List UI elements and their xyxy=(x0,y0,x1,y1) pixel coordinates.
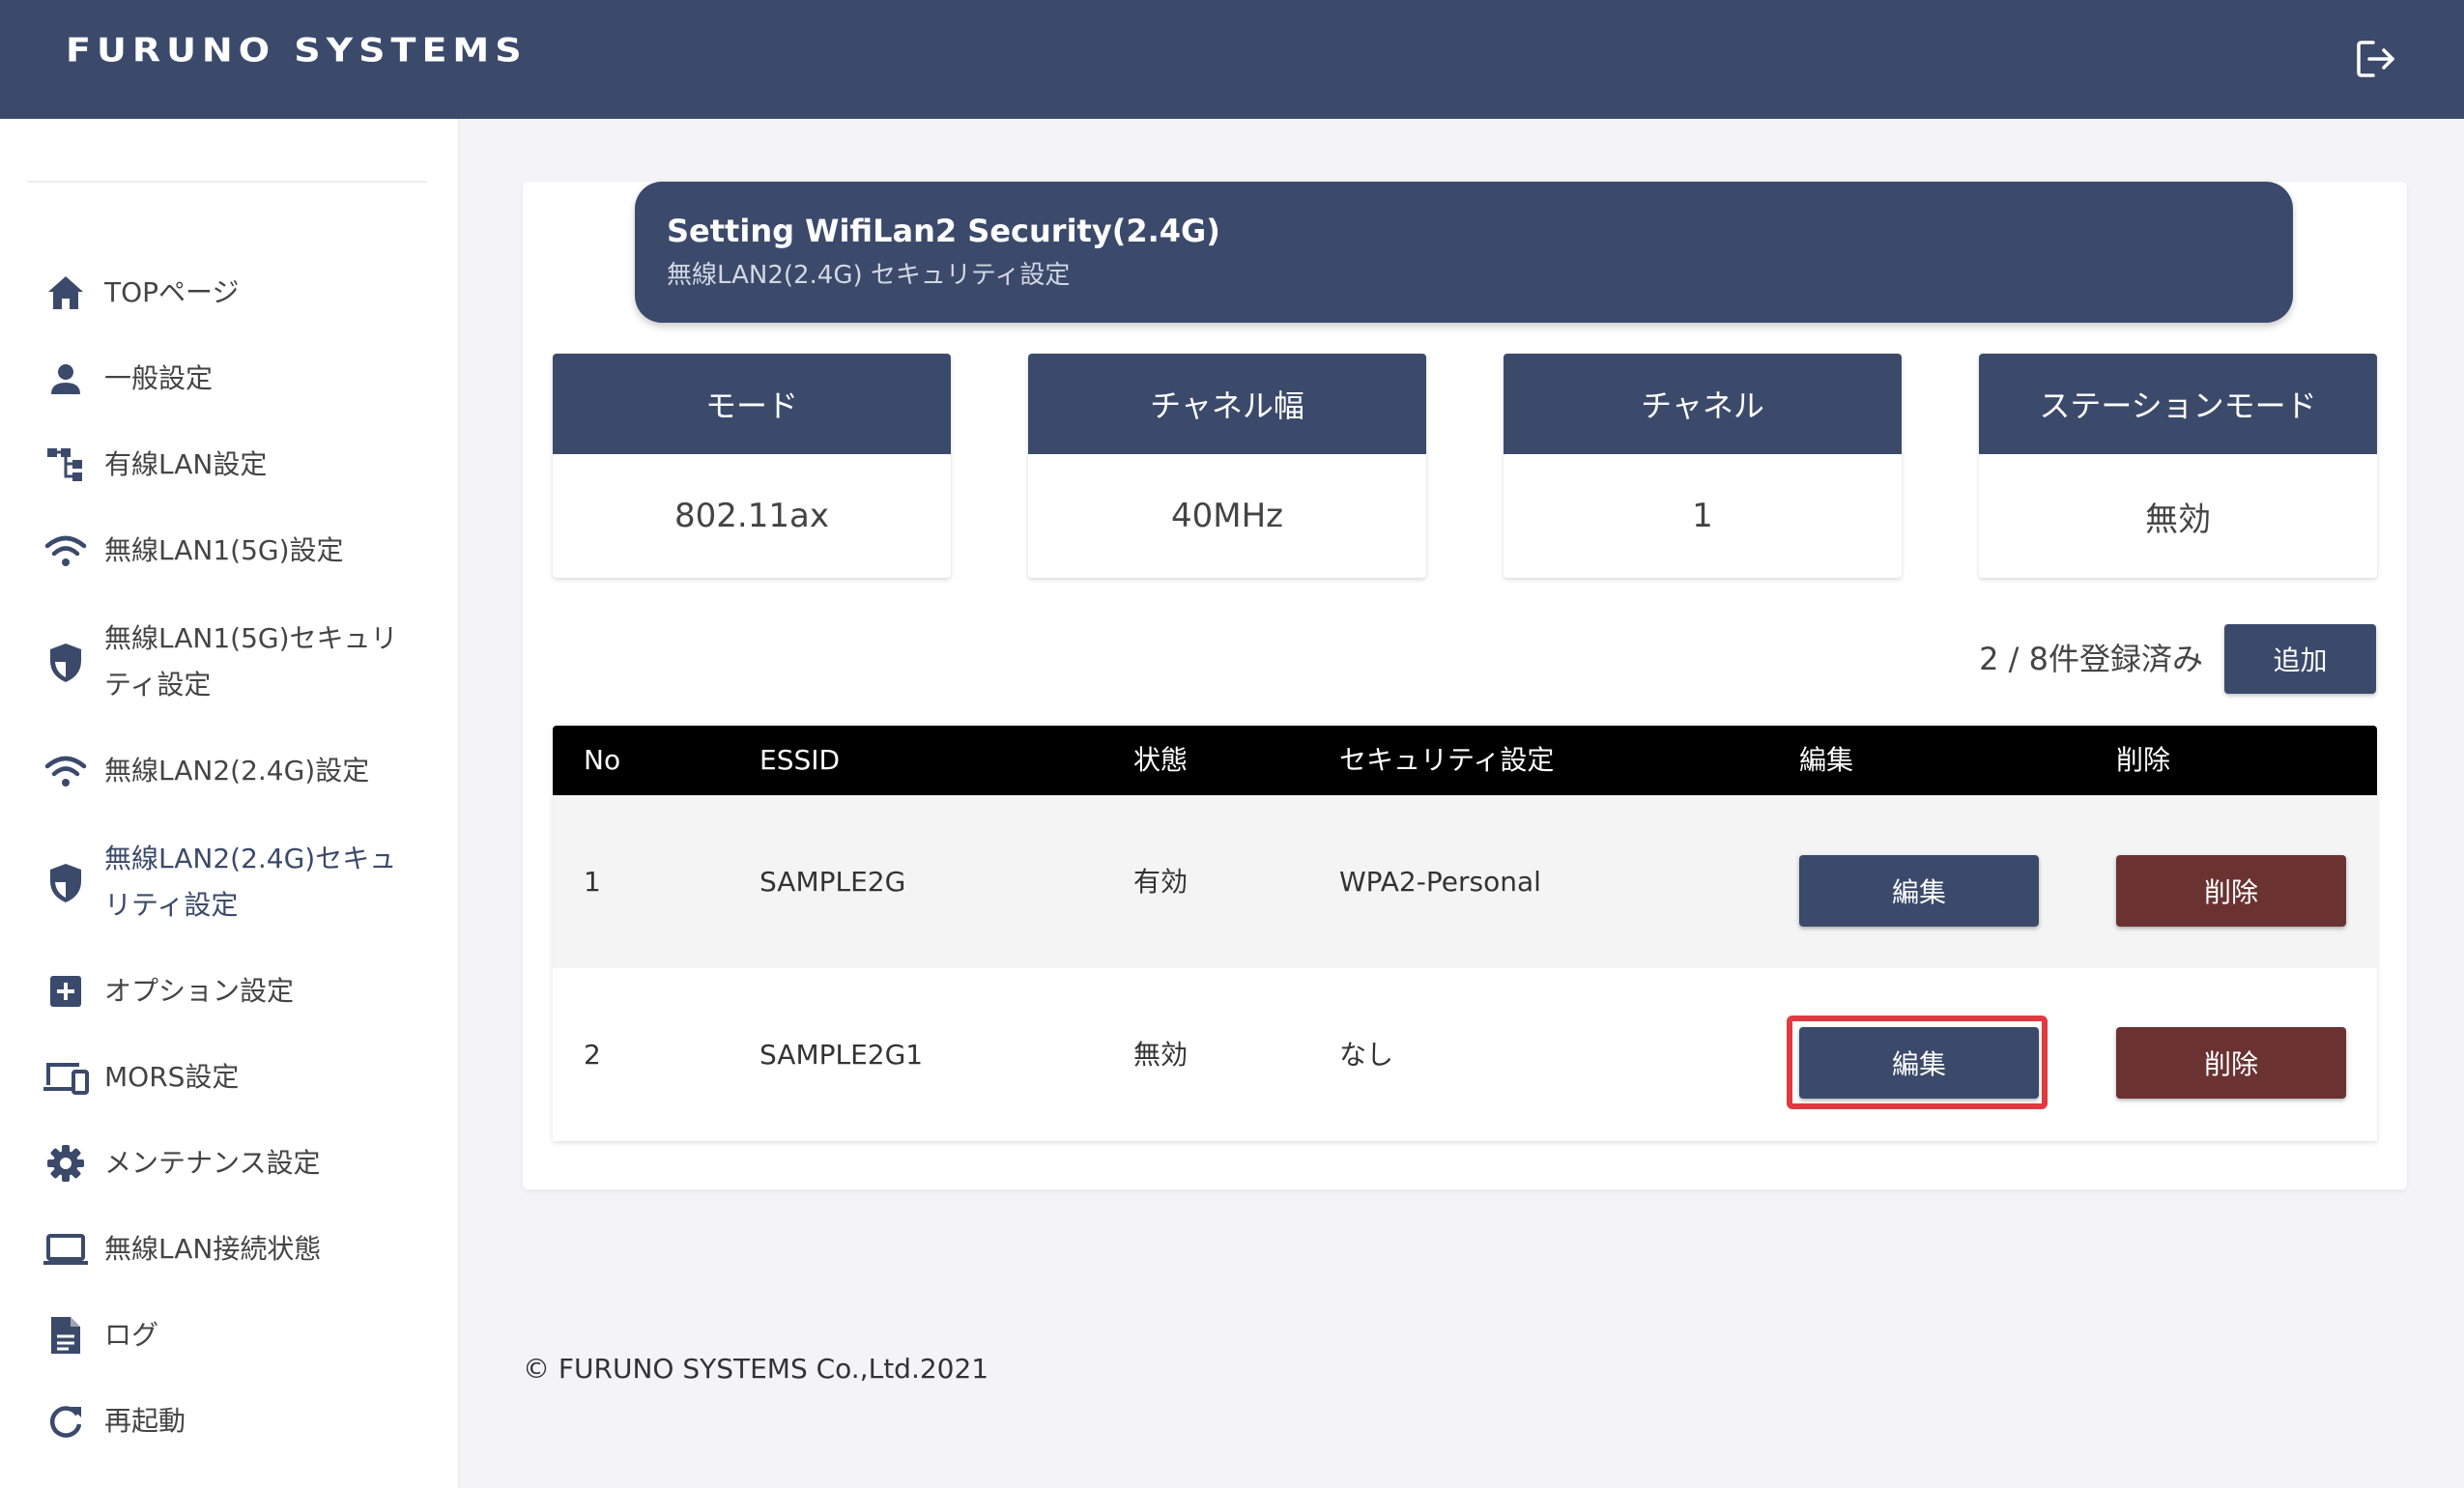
cell-status: 無効 xyxy=(1133,1039,1189,1071)
table-row: 2 SAMPLE2G1 無効 なし 編集 削除 xyxy=(553,968,2377,1141)
sidebar-item-label: 無線LAN2(2.4G)設定 xyxy=(104,755,370,787)
info-card-channel-width: チャネル幅 40MHz xyxy=(1028,354,1426,578)
cell-essid: SAMPLE2G xyxy=(759,866,906,898)
sidebar-item-label: 再起動 xyxy=(104,1405,186,1437)
cell-no: 2 xyxy=(584,1039,601,1071)
sidebar-item-label: 有線LAN設定 xyxy=(104,448,268,480)
column-header-essid: ESSID xyxy=(759,744,841,776)
logo: FURUNO SYSTEMS xyxy=(66,31,528,70)
add-button[interactable]: 追加 xyxy=(2224,624,2376,694)
info-card-label: ステーションモード xyxy=(1979,354,2377,454)
info-card-value: 40MHz xyxy=(1170,497,1283,535)
sidebar-item-restart[interactable]: 再起動 xyxy=(0,1377,459,1466)
sidebar-item-wlan2-security[interactable]: 無線LAN2(2.4G)セキュリティ設定 xyxy=(0,813,459,954)
page-title-box: Setting WifiLan2 Security(2.4G) 無線LAN2(2… xyxy=(635,182,2293,323)
sidebar-item-options[interactable]: オプション設定 xyxy=(0,947,459,1036)
home-icon xyxy=(41,271,91,315)
sidebar-item-wired-lan[interactable]: 有線LAN設定 xyxy=(0,420,459,509)
info-card-channel: チャネル 1 xyxy=(1504,354,1902,578)
page-title: Setting WifiLan2 Security(2.4G) xyxy=(667,213,1220,249)
sidebar-item-maintenance[interactable]: メンテナンス設定 xyxy=(0,1119,459,1208)
essid-table: No ESSID 状態 セキュリティ設定 編集 削除 1 SAMPLE2G 有効… xyxy=(553,726,2377,1141)
sidebar-item-wlan1-security[interactable]: 無線LAN1(5G)セキュリティ設定 xyxy=(0,592,459,733)
delete-button[interactable]: 削除 xyxy=(2116,1027,2346,1099)
cell-status: 有効 xyxy=(1133,866,1189,898)
info-card-value: 802.11ax xyxy=(674,497,829,535)
logout-icon[interactable] xyxy=(2354,37,2398,81)
network-tree-icon xyxy=(41,443,91,487)
sidebar-item-label: MORS設定 xyxy=(104,1061,240,1093)
sidebar-item-mors[interactable]: MORS設定 xyxy=(0,1033,459,1122)
column-header-delete: 削除 xyxy=(2116,744,2171,776)
wifi-icon xyxy=(41,749,91,793)
document-icon xyxy=(41,1313,91,1358)
info-card-label: チャネル xyxy=(1504,354,1902,454)
sidebar-item-label: 無線LAN1(5G)セキュリティ設定 xyxy=(104,622,398,701)
sidebar-item-top[interactable]: TOPページ xyxy=(0,248,459,337)
sidebar-item-label: 無線LAN接続状態 xyxy=(104,1233,322,1265)
column-header-status: 状態 xyxy=(1133,744,1189,776)
person-icon xyxy=(41,357,91,401)
sidebar-item-label: ログ xyxy=(104,1319,159,1351)
delete-button[interactable]: 削除 xyxy=(2116,855,2346,927)
cell-essid: SAMPLE2G1 xyxy=(759,1039,924,1071)
sidebar-item-wlan2[interactable]: 無線LAN2(2.4G)設定 xyxy=(0,727,459,816)
cell-no: 1 xyxy=(584,866,601,898)
copyright: © FURUNO SYSTEMS Co.,Ltd.2021 xyxy=(523,1353,989,1385)
wifi-icon xyxy=(41,529,91,573)
cell-security: WPA2-Personal xyxy=(1339,866,1541,898)
page-subtitle: 無線LAN2(2.4G) セキュリティ設定 xyxy=(667,261,1071,290)
gear-icon xyxy=(41,1141,91,1186)
info-card-label: チャネル幅 xyxy=(1028,354,1426,454)
table-header: No ESSID 状態 セキュリティ設定 編集 削除 xyxy=(553,726,2377,795)
column-header-security: セキュリティ設定 xyxy=(1339,744,1555,776)
sidebar-item-label: 一般設定 xyxy=(104,362,214,394)
sidebar-item-label: 無線LAN1(5G)設定 xyxy=(104,534,344,566)
info-card-station-mode: ステーションモード 無効 xyxy=(1979,354,2377,578)
info-card-value: 無効 xyxy=(2145,500,2211,539)
top-bar: FURUNO SYSTEMS xyxy=(0,0,2464,119)
plus-box-icon xyxy=(41,969,91,1014)
column-header-edit: 編集 xyxy=(1799,744,1854,776)
edit-button[interactable]: 編集 xyxy=(1799,1027,2039,1099)
edit-button[interactable]: 編集 xyxy=(1799,855,2039,927)
table-row: 1 SAMPLE2G 有効 WPA2-Personal 編集 削除 xyxy=(553,795,2377,968)
sidebar-item-label: オプション設定 xyxy=(104,975,295,1007)
sidebar-item-label: TOPページ xyxy=(104,276,240,308)
info-card-label: モード xyxy=(553,354,951,454)
registration-count: 2 / 8件登録済み xyxy=(1979,641,2203,677)
sidebar: TOPページ 一般設定 有線LAN設定 無線LAN1(5G)設定 無線LAN1(… xyxy=(0,119,459,1488)
sidebar-item-label: 無線LAN2(2.4G)セキュリティ設定 xyxy=(104,843,397,921)
shield-icon xyxy=(41,641,91,685)
sidebar-item-wlan1[interactable]: 無線LAN1(5G)設定 xyxy=(0,506,459,595)
refresh-icon xyxy=(41,1399,91,1444)
sidebar-item-general[interactable]: 一般設定 xyxy=(0,334,459,423)
sidebar-item-label: メンテナンス設定 xyxy=(104,1147,321,1179)
sidebar-divider xyxy=(27,181,427,183)
cell-security: なし xyxy=(1339,1039,1394,1071)
laptop-icon xyxy=(41,1227,91,1272)
shield-icon xyxy=(41,861,91,905)
sidebar-item-log[interactable]: ログ xyxy=(0,1291,459,1380)
sidebar-item-wlan-status[interactable]: 無線LAN接続状態 xyxy=(0,1205,459,1294)
devices-icon xyxy=(41,1055,91,1100)
column-header-no: No xyxy=(584,744,621,776)
info-card-value: 1 xyxy=(1692,497,1713,535)
info-card-mode: モード 802.11ax xyxy=(553,354,951,578)
